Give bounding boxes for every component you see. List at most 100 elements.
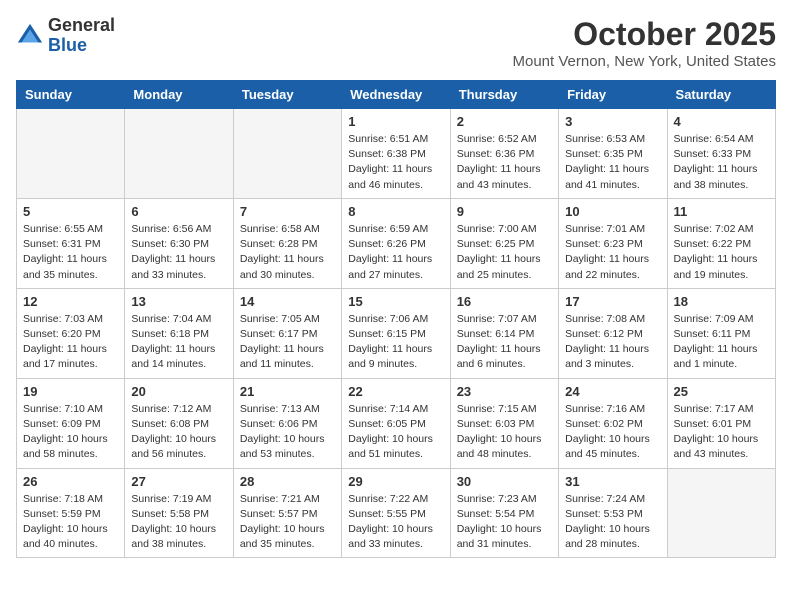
logo-icon <box>16 22 44 50</box>
day-number: 9 <box>457 204 552 219</box>
calendar-week-row: 5 Sunrise: 6:55 AMSunset: 6:31 PMDaylight… <box>17 198 776 288</box>
day-number: 15 <box>348 294 443 309</box>
calendar-cell: 9Sunrise: 7:00 AMSunset: 6:25 PMDaylight… <box>450 198 558 288</box>
day-info: Sunrise: 6:51 AMSunset: 6:38 PMDaylight:… <box>348 132 443 193</box>
page-header: General Blue October 2025 Mount Vernon, … <box>16 16 776 70</box>
calendar-cell: 4 Sunrise: 6:54 AMSunset: 6:33 PMDaylight… <box>667 109 775 199</box>
day-number: 25 <box>674 384 769 399</box>
day-number: 8 <box>348 204 443 219</box>
day-info: Sunrise: 6:54 AMSunset: 6:33 PMDaylight:… <box>674 132 769 193</box>
day-info: Sunrise: 7:24 AMSunset: 5:53 PMDaylight:… <box>565 492 660 553</box>
day-info: Sunrise: 7:08 AMSunset: 6:12 PMDaylight:… <box>565 312 660 373</box>
calendar-cell: 21 Sunrise: 7:13 AMSunset: 6:06 PMDayligh… <box>233 378 341 468</box>
day-of-week-header: Tuesday <box>233 81 341 109</box>
day-of-week-header: Wednesday <box>342 81 450 109</box>
calendar-cell: 22 Sunrise: 7:14 AMSunset: 6:05 PMDayligh… <box>342 378 450 468</box>
calendar-cell <box>125 109 233 199</box>
title-block: October 2025 Mount Vernon, New York, Uni… <box>513 16 777 70</box>
calendar-cell: 30Sunrise: 7:23 AMSunset: 5:54 PMDayligh… <box>450 468 558 558</box>
day-info: Sunrise: 7:09 AMSunset: 6:11 PMDaylight:… <box>674 312 769 373</box>
day-info: Sunrise: 7:10 AMSunset: 6:09 PMDaylight:… <box>23 402 118 463</box>
calendar-cell <box>667 468 775 558</box>
day-info: Sunrise: 7:17 AMSunset: 6:01 PMDaylight:… <box>674 402 769 463</box>
day-info: Sunrise: 7:22 AMSunset: 5:55 PMDaylight:… <box>348 492 443 553</box>
day-number: 5 <box>23 204 118 219</box>
day-info: Sunrise: 7:19 AMSunset: 5:58 PMDaylight:… <box>131 492 226 553</box>
day-number: 12 <box>23 294 118 309</box>
month-title: October 2025 <box>513 16 777 53</box>
day-info: Sunrise: 7:07 AMSunset: 6:14 PMDaylight:… <box>457 312 552 373</box>
day-info: Sunrise: 7:14 AMSunset: 6:05 PMDaylight:… <box>348 402 443 463</box>
day-number: 6 <box>131 204 226 219</box>
calendar-cell: 29 Sunrise: 7:22 AMSunset: 5:55 PMDayligh… <box>342 468 450 558</box>
day-number: 28 <box>240 474 335 489</box>
day-number: 3 <box>565 114 660 129</box>
calendar-week-row: 19 Sunrise: 7:10 AMSunset: 6:09 PMDayligh… <box>17 378 776 468</box>
calendar-cell: 25 Sunrise: 7:17 AMSunset: 6:01 PMDayligh… <box>667 378 775 468</box>
day-of-week-header: Thursday <box>450 81 558 109</box>
calendar-week-row: 1 Sunrise: 6:51 AMSunset: 6:38 PMDaylight… <box>17 109 776 199</box>
day-info: Sunrise: 6:55 AMSunset: 6:31 PMDaylight:… <box>23 222 118 283</box>
day-info: Sunrise: 6:56 AMSunset: 6:30 PMDaylight:… <box>131 222 226 283</box>
logo-text: General Blue <box>48 16 115 56</box>
day-info: Sunrise: 7:18 AMSunset: 5:59 PMDaylight:… <box>23 492 118 553</box>
day-number: 14 <box>240 294 335 309</box>
day-of-week-header: Saturday <box>667 81 775 109</box>
day-info: Sunrise: 7:03 AMSunset: 6:20 PMDaylight:… <box>23 312 118 373</box>
day-info: Sunrise: 6:53 AMSunset: 6:35 PMDaylight:… <box>565 132 660 193</box>
calendar-cell: 3 Sunrise: 6:53 AMSunset: 6:35 PMDaylight… <box>559 109 667 199</box>
calendar-cell: 17 Sunrise: 7:08 AMSunset: 6:12 PMDayligh… <box>559 288 667 378</box>
day-of-week-header: Friday <box>559 81 667 109</box>
day-of-week-header: Monday <box>125 81 233 109</box>
day-number: 7 <box>240 204 335 219</box>
day-number: 19 <box>23 384 118 399</box>
calendar-header-row: SundayMondayTuesdayWednesdayThursdayFrid… <box>17 81 776 109</box>
day-number: 17 <box>565 294 660 309</box>
day-info: Sunrise: 7:21 AMSunset: 5:57 PMDaylight:… <box>240 492 335 553</box>
day-info: Sunrise: 6:59 AMSunset: 6:26 PMDaylight:… <box>348 222 443 283</box>
day-info: Sunrise: 7:02 AMSunset: 6:22 PMDaylight:… <box>674 222 769 283</box>
day-number: 29 <box>348 474 443 489</box>
calendar-cell <box>17 109 125 199</box>
day-number: 31 <box>565 474 660 489</box>
day-number: 26 <box>23 474 118 489</box>
calendar-cell: 28 Sunrise: 7:21 AMSunset: 5:57 PMDayligh… <box>233 468 341 558</box>
calendar-cell: 1 Sunrise: 6:51 AMSunset: 6:38 PMDaylight… <box>342 109 450 199</box>
day-number: 1 <box>348 114 443 129</box>
calendar-cell: 13Sunrise: 7:04 AMSunset: 6:18 PMDayligh… <box>125 288 233 378</box>
calendar-cell: 11Sunrise: 7:02 AMSunset: 6:22 PMDayligh… <box>667 198 775 288</box>
calendar-cell: 26 Sunrise: 7:18 AMSunset: 5:59 PMDayligh… <box>17 468 125 558</box>
day-number: 30 <box>457 474 552 489</box>
calendar-cell: 16Sunrise: 7:07 AMSunset: 6:14 PMDayligh… <box>450 288 558 378</box>
day-info: Sunrise: 7:01 AMSunset: 6:23 PMDaylight:… <box>565 222 660 283</box>
day-number: 4 <box>674 114 769 129</box>
calendar-cell: 10 Sunrise: 7:01 AMSunset: 6:23 PMDayligh… <box>559 198 667 288</box>
day-number: 27 <box>131 474 226 489</box>
day-number: 10 <box>565 204 660 219</box>
calendar-cell: 31 Sunrise: 7:24 AMSunset: 5:53 PMDayligh… <box>559 468 667 558</box>
calendar-cell: 18Sunrise: 7:09 AMSunset: 6:11 PMDayligh… <box>667 288 775 378</box>
calendar-cell: 23Sunrise: 7:15 AMSunset: 6:03 PMDayligh… <box>450 378 558 468</box>
day-number: 23 <box>457 384 552 399</box>
calendar-cell: 15 Sunrise: 7:06 AMSunset: 6:15 PMDayligh… <box>342 288 450 378</box>
day-number: 22 <box>348 384 443 399</box>
calendar-week-row: 12 Sunrise: 7:03 AMSunset: 6:20 PMDayligh… <box>17 288 776 378</box>
logo-blue-text: Blue <box>48 36 115 56</box>
day-info: Sunrise: 7:04 AMSunset: 6:18 PMDaylight:… <box>131 312 226 373</box>
day-number: 24 <box>565 384 660 399</box>
day-number: 20 <box>131 384 226 399</box>
day-info: Sunrise: 7:06 AMSunset: 6:15 PMDaylight:… <box>348 312 443 373</box>
calendar-cell: 5 Sunrise: 6:55 AMSunset: 6:31 PMDaylight… <box>17 198 125 288</box>
day-info: Sunrise: 7:16 AMSunset: 6:02 PMDaylight:… <box>565 402 660 463</box>
logo: General Blue <box>16 16 115 56</box>
calendar-table: SundayMondayTuesdayWednesdayThursdayFrid… <box>16 80 776 558</box>
calendar-cell <box>233 109 341 199</box>
day-info: Sunrise: 7:05 AMSunset: 6:17 PMDaylight:… <box>240 312 335 373</box>
day-info: Sunrise: 7:13 AMSunset: 6:06 PMDaylight:… <box>240 402 335 463</box>
location: Mount Vernon, New York, United States <box>513 53 777 70</box>
calendar-cell: 8 Sunrise: 6:59 AMSunset: 6:26 PMDaylight… <box>342 198 450 288</box>
calendar-week-row: 26 Sunrise: 7:18 AMSunset: 5:59 PMDayligh… <box>17 468 776 558</box>
calendar-cell: 27 Sunrise: 7:19 AMSunset: 5:58 PMDayligh… <box>125 468 233 558</box>
calendar-cell: 14 Sunrise: 7:05 AMSunset: 6:17 PMDayligh… <box>233 288 341 378</box>
day-number: 21 <box>240 384 335 399</box>
